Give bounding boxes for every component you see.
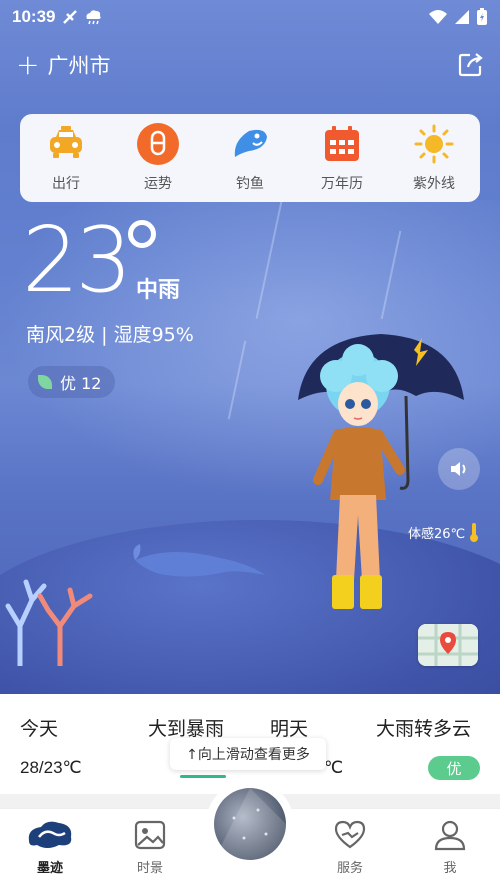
- sun-icon: [413, 123, 455, 165]
- quick-action-calendar[interactable]: 万年历: [302, 123, 382, 193]
- nav-item-moji[interactable]: 墨迹: [10, 819, 90, 876]
- moji-logo-icon: [28, 821, 72, 848]
- nav-item-me[interactable]: 我: [410, 819, 490, 876]
- quick-action-label: 出行: [52, 176, 80, 192]
- nav-label: 时景: [136, 861, 163, 876]
- tomorrow-aqi-badge: 优: [428, 756, 480, 780]
- taxi-icon: [45, 123, 87, 165]
- status-bar: 10:39: [0, 0, 500, 34]
- quick-action-label: 钓鱼: [236, 176, 264, 192]
- aqi-value: 优 12: [60, 374, 102, 393]
- battery-icon: [477, 8, 487, 25]
- nav-label: 墨迹: [36, 861, 63, 876]
- nav-item-scenes[interactable]: 时景: [110, 819, 190, 876]
- weather-orb-button[interactable]: [214, 788, 286, 860]
- thermometer-icon: [470, 523, 479, 542]
- nav-item-service[interactable]: 服务: [310, 819, 390, 876]
- nav-label: 服务: [336, 861, 363, 876]
- aqi-badge[interactable]: 优 12: [28, 366, 116, 398]
- top-bar: + 广州市: [0, 42, 500, 88]
- today-temperature: 28/23℃: [20, 758, 82, 777]
- current-temperature: 23: [22, 208, 133, 313]
- map-icon: [418, 624, 478, 666]
- quick-action-label: 紫外线: [413, 176, 455, 192]
- wind-humidity: 南风2级 | 湿度95%: [26, 324, 194, 346]
- quick-action-label: 万年历: [321, 176, 363, 192]
- feels-like-text: 体感26℃: [408, 526, 466, 542]
- swipe-up-hint: ↑向上滑动查看更多: [170, 738, 326, 770]
- tomorrow-label[interactable]: 明天: [270, 714, 308, 741]
- calendar-icon: [321, 123, 363, 165]
- fish-icon: [229, 123, 271, 165]
- fortune-icon: [137, 123, 179, 165]
- degree-symbol: [128, 220, 156, 248]
- tomorrow-temperature: ℃: [324, 758, 344, 777]
- photo-icon: [134, 820, 166, 850]
- rain-cloud-icon: [86, 10, 102, 25]
- quick-actions-bar: 出行 运势 钓鱼 万年历 紫外线: [20, 114, 480, 202]
- quick-action-label: 运势: [144, 176, 172, 192]
- profile-icon: [434, 820, 466, 851]
- feels-like: 体感26℃: [408, 522, 479, 542]
- wifi-icon: [429, 10, 447, 24]
- today-condition: 大到暴雨: [148, 718, 225, 740]
- tomorrow-condition: 大雨转多云: [376, 718, 472, 740]
- add-city-button[interactable]: +: [16, 51, 39, 79]
- sound-button[interactable]: [438, 448, 480, 490]
- map-button[interactable]: [418, 624, 478, 666]
- hint-underline: [180, 775, 226, 778]
- nav-label: 我: [443, 861, 457, 876]
- today-label[interactable]: 今天: [20, 714, 58, 741]
- status-time: 10:39: [12, 7, 56, 26]
- whale-illustration: [133, 544, 265, 577]
- signal-icon: [455, 10, 469, 24]
- city-name[interactable]: 广州市: [47, 50, 110, 80]
- service-icon: [334, 820, 366, 849]
- leaf-icon: [38, 375, 52, 389]
- quick-action-uv[interactable]: 紫外线: [394, 123, 474, 193]
- weather-condition: 中雨: [136, 278, 181, 303]
- quick-action-fishing[interactable]: 钓鱼: [210, 123, 290, 193]
- coral-illustration: [5, 579, 93, 666]
- quick-action-travel[interactable]: 出行: [26, 123, 106, 193]
- share-icon[interactable]: [456, 51, 484, 79]
- speaker-icon: [451, 462, 466, 476]
- quick-action-fortune[interactable]: 运势: [118, 123, 198, 193]
- rain-texture-icon: [214, 788, 286, 860]
- satellite-icon: [63, 10, 78, 24]
